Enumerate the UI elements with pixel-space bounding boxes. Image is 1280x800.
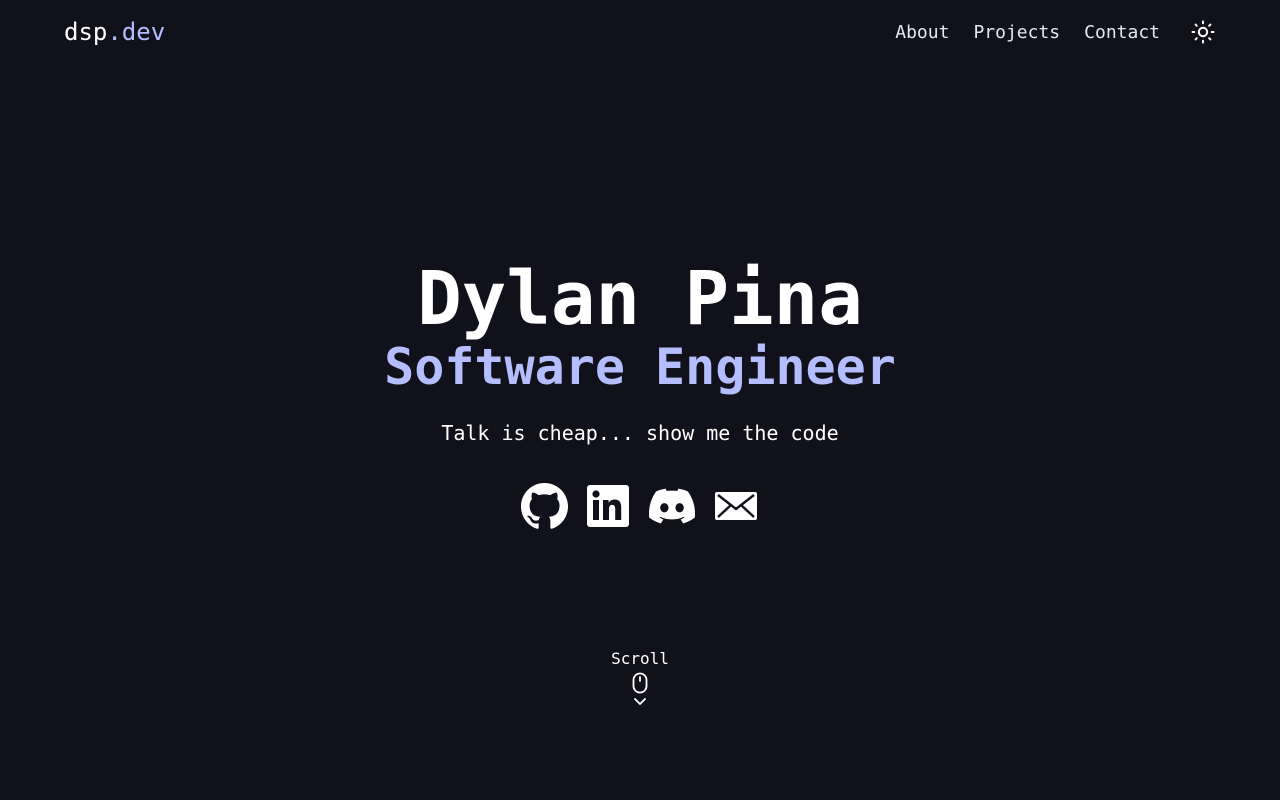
nav-link-about[interactable]: About (895, 22, 949, 43)
nav-link-projects[interactable]: Projects (973, 22, 1060, 43)
mouse-icon (632, 672, 648, 694)
scroll-label: Scroll (611, 649, 669, 668)
page: dsp.dev About Projects Contact Dylan Pin… (0, 0, 1280, 800)
linkedin-icon (587, 485, 629, 527)
social-links (512, 482, 768, 530)
scroll-indicator[interactable]: Scroll (0, 650, 1280, 706)
theme-toggle-button[interactable] (1190, 19, 1216, 45)
discord-link[interactable] (648, 482, 696, 530)
github-icon (520, 482, 568, 529)
hero-role: Software Engineer (384, 338, 896, 396)
hero-name: Dylan Pina (417, 256, 863, 342)
github-link[interactable] (520, 482, 568, 530)
discord-icon (649, 488, 695, 524)
site-logo[interactable]: dsp.dev (64, 18, 165, 46)
logo-main: dsp (64, 18, 108, 46)
email-icon (715, 492, 757, 520)
hero-section: Dylan Pina Software Engineer Talk is che… (0, 256, 1280, 530)
hero-tagline: Talk is cheap... show me the code (441, 421, 839, 445)
logo-accent: .dev (107, 18, 166, 46)
nav-link-contact[interactable]: Contact (1084, 22, 1160, 43)
site-header: dsp.dev About Projects Contact (0, 0, 1280, 64)
main-nav: About Projects Contact (895, 19, 1216, 45)
chevron-down-icon (634, 698, 646, 705)
linkedin-link[interactable] (584, 482, 632, 530)
sun-icon (1191, 20, 1215, 44)
email-link[interactable] (712, 482, 760, 530)
